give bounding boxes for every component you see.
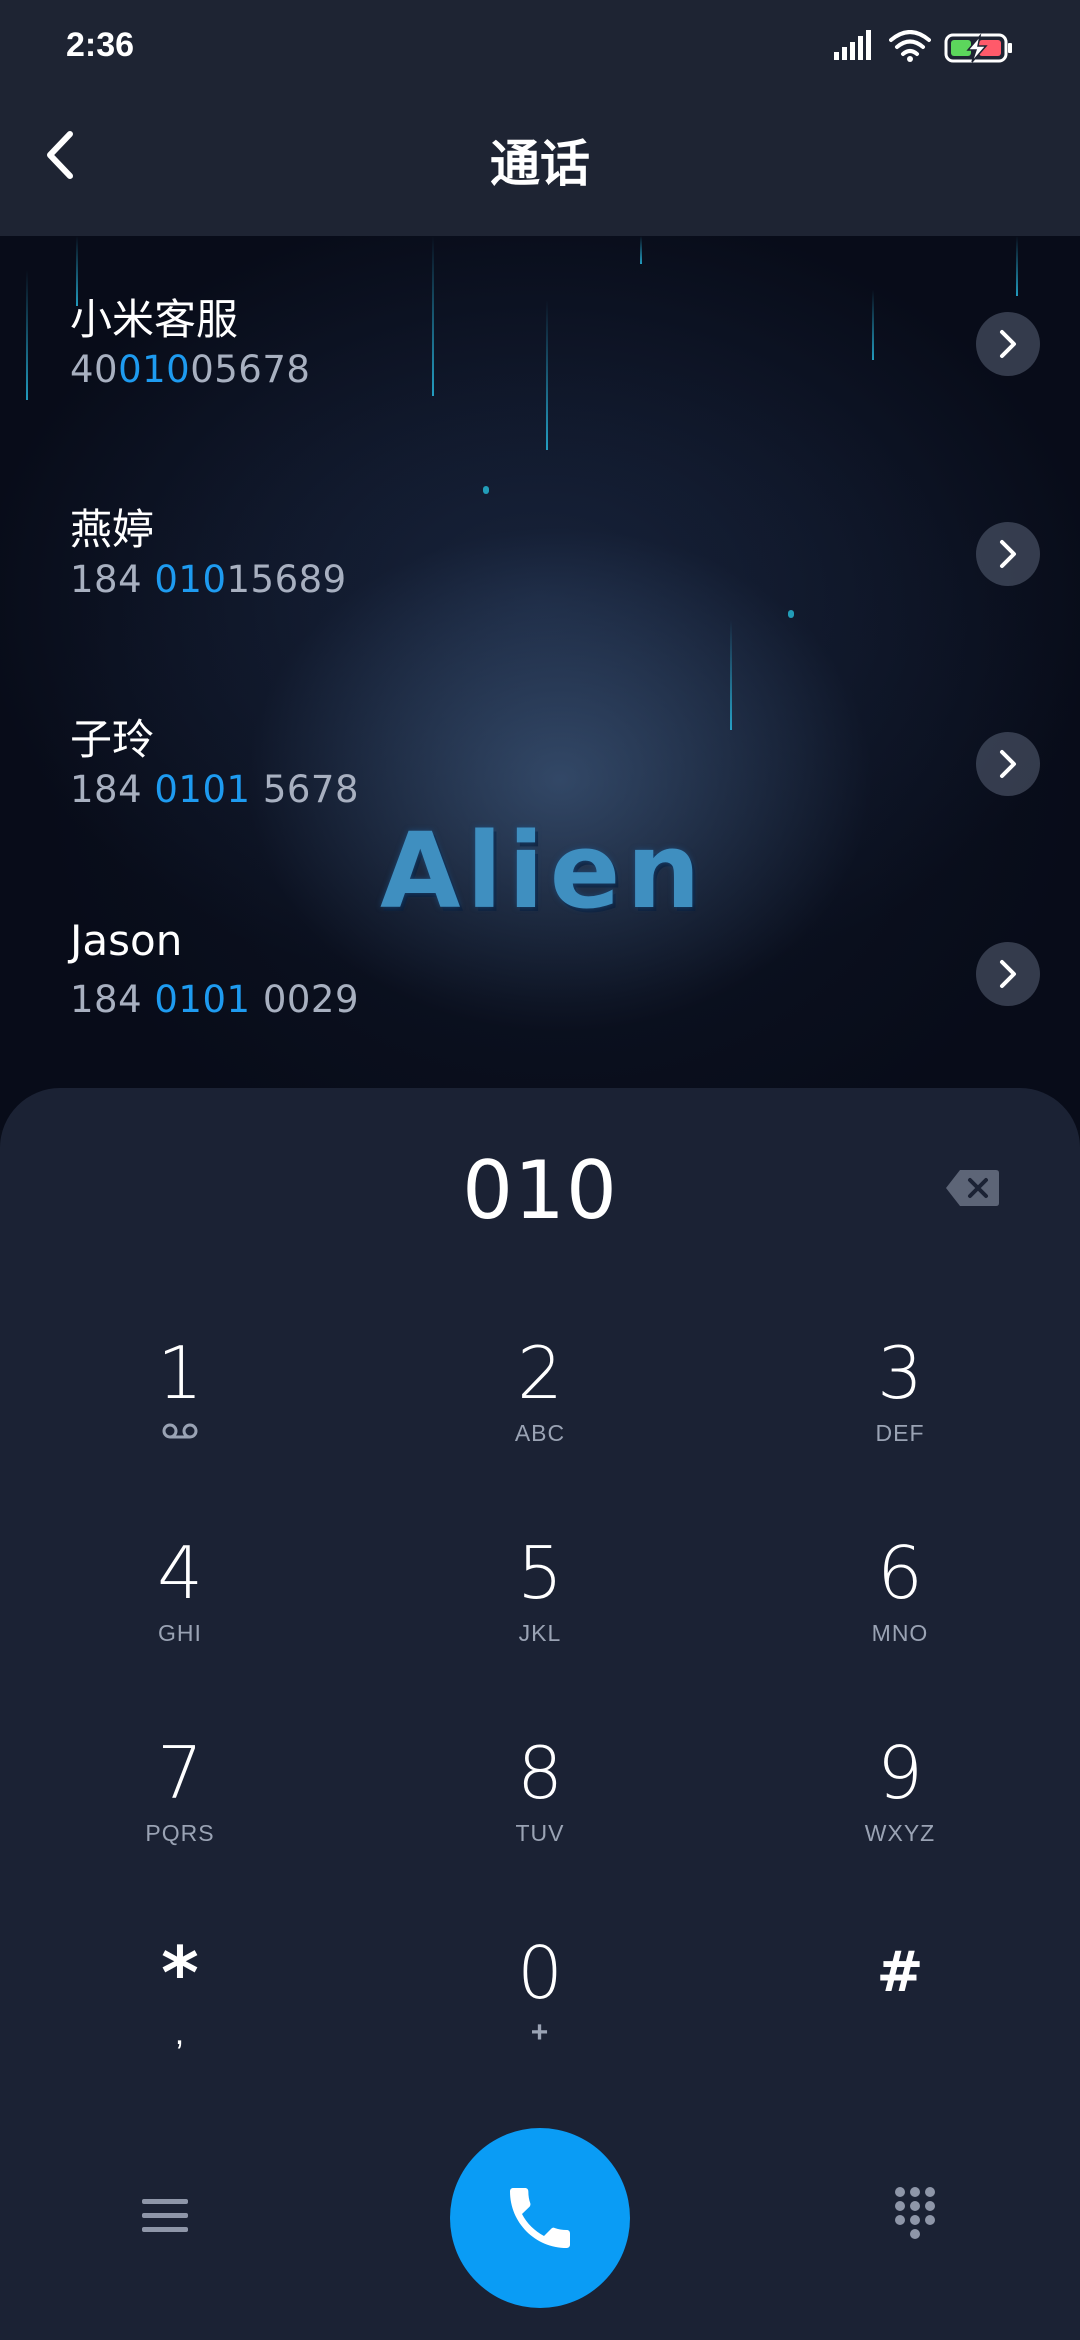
contact-detail-button[interactable] [976, 942, 1040, 1006]
contact-number: 184 0101 0029 [70, 978, 359, 1021]
contact-number: 4001005678 [70, 348, 310, 391]
contact-row[interactable]: 子玲 184 0101 5678 [0, 656, 1080, 866]
contact-row[interactable]: 小米客服 4001005678 [0, 236, 1080, 446]
voicemail-icon [60, 1418, 300, 1448]
key-0[interactable]: 0 + [420, 1928, 660, 2098]
key-digit: # [876, 1940, 924, 2005]
menu-button[interactable] [130, 2186, 200, 2246]
contact-name: 子玲 [70, 715, 155, 764]
contact-detail-button[interactable] [976, 522, 1040, 586]
chevron-right-icon [1000, 330, 1016, 358]
key-letters: WXYZ [864, 1820, 936, 1846]
key-star[interactable]: * , [60, 1928, 300, 2098]
number-part: 184 [70, 768, 155, 811]
key-6[interactable]: 6 MNO [780, 1528, 1020, 1698]
chevron-right-icon [1000, 960, 1016, 988]
dialed-number: 010 [462, 1144, 618, 1237]
key-9[interactable]: 9 WXYZ [780, 1728, 1020, 1898]
contact-list: 小米客服 4001005678 燕婷 184 01015689 子玲 184 0… [0, 236, 1080, 1076]
contact-name: 小米客服 [70, 295, 239, 344]
key-digit: 9 [877, 1731, 923, 1815]
key-5[interactable]: 5 JKL [420, 1528, 660, 1698]
number-match: 010 [154, 558, 227, 601]
voicemail-icon [162, 1423, 198, 1439]
status-time: 2:36 [66, 26, 135, 64]
menu-icon [142, 2199, 188, 2232]
number-part: 05678 [190, 348, 311, 391]
key-hash[interactable]: # [780, 1928, 1020, 2098]
key-letters: ABC [514, 1420, 566, 1446]
key-digit: 4 [157, 1531, 203, 1615]
chevron-right-icon [1000, 750, 1016, 778]
contact-detail-button[interactable] [976, 732, 1040, 796]
key-8[interactable]: 8 TUV [420, 1728, 660, 1898]
key-digit: 1 [157, 1331, 203, 1415]
key-letters: TUV [515, 1820, 565, 1846]
number-part: 0029 [250, 978, 359, 1021]
number-part: 184 [70, 558, 155, 601]
chevron-right-icon [1000, 540, 1016, 568]
backspace-icon[interactable] [944, 1168, 1000, 1208]
wifi-icon [889, 30, 931, 62]
key-digit: 7 [157, 1731, 203, 1815]
key-letters: MNO [871, 1620, 929, 1646]
key-7[interactable]: 7 PQRS [60, 1728, 300, 1898]
page-title: 通话 [490, 135, 590, 193]
key-digit: 8 [517, 1731, 563, 1815]
key-digit: 6 [877, 1531, 923, 1615]
key-letters: GHI [158, 1620, 202, 1646]
contact-number: 184 0101 5678 [70, 768, 359, 811]
dialpad-grid-icon [895, 2187, 935, 2239]
key-3[interactable]: 3 DEF [780, 1328, 1020, 1498]
key-digit: 2 [517, 1331, 563, 1415]
key-letters: + [530, 2016, 550, 2049]
phone-icon [510, 2188, 570, 2248]
number-match: 0101 [154, 978, 251, 1021]
key-digit: * [161, 1931, 199, 2015]
key-letters: PQRS [145, 1820, 215, 1846]
status-bar: 2:36 [0, 0, 1080, 96]
number-part: 184 [70, 978, 155, 1021]
phone-screen: Alien 2:36 通话 小米客服 4001005678 燕婷 184 010… [0, 0, 1080, 2340]
key-letters: JKL [518, 1620, 562, 1646]
key-letters: DEF [875, 1420, 925, 1446]
battery-charging-icon [944, 33, 1012, 63]
number-part: 5678 [250, 768, 359, 811]
signal-icon [834, 30, 871, 60]
key-letters: , [174, 2014, 186, 2052]
contact-number: 184 01015689 [70, 558, 347, 601]
number-part: 15689 [226, 558, 347, 601]
number-part: 40 [70, 348, 119, 391]
app-bar: 通话 [0, 96, 1080, 236]
contact-row[interactable]: 燕婷 184 01015689 [0, 446, 1080, 656]
key-digit: 5 [517, 1531, 563, 1615]
key-digit: 0 [517, 1931, 563, 2015]
contact-name: Jason [70, 916, 183, 965]
contact-detail-button[interactable] [976, 312, 1040, 376]
key-4[interactable]: 4 GHI [60, 1528, 300, 1698]
key-1[interactable]: 1 [60, 1328, 300, 1498]
contact-name: 燕婷 [70, 505, 155, 554]
key-2[interactable]: 2 ABC [420, 1328, 660, 1498]
keypad-toggle-button[interactable] [880, 2178, 950, 2248]
key-digit: 3 [877, 1331, 923, 1415]
number-match: 010 [118, 348, 191, 391]
dialpad-panel: 010 1 2 ABC 3 DEF 4 GHI 5 JKL 6 MNO 7 PQ… [0, 1088, 1080, 2340]
number-match: 0101 [154, 768, 251, 811]
contact-row[interactable]: Jason 184 0101 0029 [0, 866, 1080, 1076]
call-button[interactable] [450, 2128, 630, 2308]
